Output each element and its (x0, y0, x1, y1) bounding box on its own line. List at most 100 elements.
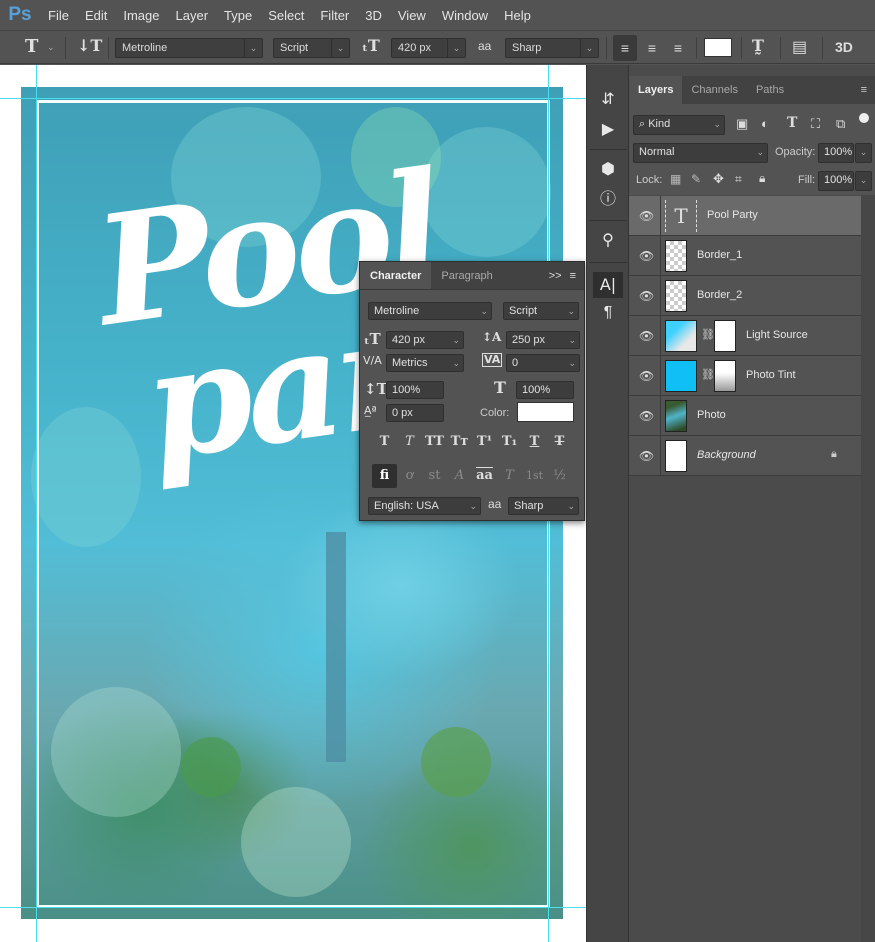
panel-menu-icon[interactable]: ≡ (566, 262, 584, 289)
opacity-field[interactable]: 100% (818, 143, 854, 163)
menu-type[interactable]: Type (216, 8, 260, 23)
char-vertical-scale-field[interactable]: 100% (386, 381, 444, 399)
tool-preset-chevron-icon[interactable]: ⌄ (47, 42, 55, 53)
guide-vertical[interactable] (36, 65, 37, 942)
layer-row-light-source[interactable]: 👁︎ ⛓ Light Source (629, 316, 861, 356)
align-left-button[interactable]: ≡ (613, 35, 637, 61)
language-select[interactable]: English: USA ⌄ (368, 497, 481, 515)
char-leading-field[interactable]: 250 px ⌄ (506, 331, 580, 349)
menu-window[interactable]: Window (434, 8, 496, 23)
filter-toggle-switch[interactable] (859, 113, 869, 123)
character-panel-toggle-icon[interactable]: ▤ (792, 37, 807, 57)
contextual-alternates-button[interactable]: ơ (397, 464, 422, 488)
menu-select[interactable]: Select (260, 8, 312, 23)
faux-bold-button[interactable]: T (372, 430, 397, 454)
titling-alternates-button[interactable]: T (497, 464, 522, 488)
type-tool-icon[interactable]: T (25, 36, 38, 57)
filter-adjustment-icon[interactable]: ◐ (761, 116, 769, 131)
discretionary-ligatures-button[interactable]: st (422, 464, 447, 488)
tab-layers[interactable]: Layers (629, 76, 683, 104)
warp-text-icon[interactable]: T̰ (752, 36, 764, 55)
tab-paths[interactable]: Paths (747, 76, 793, 104)
visibility-eye-icon[interactable]: 👁︎ (639, 449, 654, 463)
panel-expand-icon[interactable]: >> (545, 262, 566, 289)
fill-field[interactable]: 100% (818, 171, 854, 191)
standard-ligatures-button[interactable]: fi (372, 464, 397, 488)
tab-channels[interactable]: Channels (682, 76, 746, 104)
menu-3d[interactable]: 3D (357, 8, 390, 23)
link-chain-icon[interactable]: ⛓ (701, 368, 715, 381)
char-horizontal-scale-field[interactable]: 100% (516, 381, 574, 399)
strikethrough-button[interactable]: T (547, 430, 572, 454)
subscript-button[interactable]: T₁ (497, 430, 522, 454)
lock-all-icon[interactable]: 🔒︎ (759, 171, 765, 186)
superscript-button[interactable]: T¹ (472, 430, 497, 454)
layer-row-background[interactable]: 👁︎ Background 🔒︎ (629, 436, 861, 476)
visibility-eye-icon[interactable]: 👁︎ (639, 249, 654, 263)
layers-panel-menu-icon[interactable]: ≡ (852, 76, 875, 104)
layer-row-photo[interactable]: 👁︎ Photo (629, 396, 861, 436)
toggle-orientation-icon[interactable]: ↓T (77, 36, 102, 55)
antialias-select[interactable]: Sharp ⌄ (505, 38, 599, 58)
opacity-dropdown[interactable]: ⌄ (855, 143, 872, 163)
info-icon[interactable]: ⓘ (593, 187, 623, 213)
guide-horizontal[interactable] (0, 907, 586, 908)
filter-shape-icon[interactable]: ⛶ (811, 116, 820, 132)
ordinals-button[interactable]: 1st (522, 464, 547, 488)
menu-layer[interactable]: Layer (168, 8, 217, 23)
layers-scrollbar[interactable] (861, 195, 875, 942)
history-icon[interactable]: ⇵ (593, 87, 623, 113)
stylistic-alternates-button[interactable]: aa (472, 464, 497, 488)
3d-panel-icon[interactable]: ⬢ (593, 157, 623, 183)
visibility-eye-icon[interactable]: 👁︎ (639, 369, 654, 383)
lock-image-pixels-icon[interactable]: ✎ (691, 172, 701, 186)
visibility-eye-icon[interactable]: 👁︎ (639, 289, 654, 303)
layer-filter-kind-select[interactable]: ⌕ Kind ⌄ (633, 115, 725, 135)
char-kerning-select[interactable]: Metrics ⌄ (386, 354, 464, 372)
char-color-swatch[interactable] (517, 402, 574, 422)
guide-horizontal[interactable] (0, 98, 586, 99)
filter-smart-object-icon[interactable]: ⧉ (836, 116, 845, 132)
align-center-button[interactable]: ≡ (640, 35, 664, 61)
char-antialias-select[interactable]: Sharp ⌄ (508, 497, 579, 515)
menu-help[interactable]: Help (496, 8, 539, 23)
menu-view[interactable]: View (390, 8, 434, 23)
layer-mask-thumbnail[interactable] (714, 360, 736, 392)
lock-transparent-pixels-icon[interactable]: ▦ (670, 172, 681, 186)
menu-filter[interactable]: Filter (312, 8, 357, 23)
menu-edit[interactable]: Edit (77, 8, 115, 23)
actions-play-icon[interactable]: ▶ (593, 117, 623, 143)
tab-paragraph[interactable]: Paragraph (431, 262, 502, 289)
paragraph-panel-icon[interactable]: ¶ (593, 300, 623, 326)
layer-row-border-1[interactable]: 👁︎ Border_1 (629, 236, 861, 276)
char-tracking-select[interactable]: 0 ⌄ (506, 354, 580, 372)
swash-button[interactable]: A (447, 464, 472, 488)
text-color-swatch[interactable] (704, 38, 732, 57)
layer-row-photo-tint[interactable]: 👁︎ ⛓ Photo Tint (629, 356, 861, 396)
visibility-eye-icon[interactable]: 👁︎ (639, 209, 654, 223)
tab-character[interactable]: Character (360, 262, 432, 289)
font-style-select[interactable]: Script ⌄ (273, 38, 350, 58)
visibility-eye-icon[interactable]: 👁︎ (639, 409, 654, 423)
char-baseline-shift-field[interactable]: 0 px (386, 404, 444, 422)
blend-mode-select[interactable]: Normal ⌄ (633, 143, 768, 163)
font-family-select[interactable]: Metroline ⌄ (115, 38, 263, 58)
char-font-family-select[interactable]: Metroline ⌄ (368, 302, 492, 320)
lock-artboard-icon[interactable]: ⌗ (735, 172, 742, 187)
char-font-size-field[interactable]: 420 px ⌄ (386, 331, 464, 349)
visibility-eye-icon[interactable]: 👁︎ (639, 329, 654, 343)
layer-row-border-2[interactable]: 👁︎ Border_2 (629, 276, 861, 316)
character-panel-icon[interactable]: A| (593, 272, 623, 298)
layer-row-pool-party[interactable]: 👁︎ T Pool Party (629, 196, 861, 236)
lock-position-icon[interactable]: ✥ (713, 171, 724, 187)
align-right-button[interactable]: ≡ (666, 35, 690, 61)
menu-image[interactable]: Image (115, 8, 167, 23)
filter-pixel-icon[interactable]: ▣ (736, 116, 748, 132)
all-caps-button[interactable]: TT (422, 430, 447, 454)
clone-source-icon[interactable]: ⚲ (593, 228, 623, 254)
fractions-button[interactable]: ½ (547, 464, 572, 488)
faux-italic-button[interactable]: T (397, 430, 422, 454)
3d-button[interactable]: 3D (835, 39, 853, 55)
layer-mask-thumbnail[interactable] (714, 320, 736, 352)
fill-dropdown[interactable]: ⌄ (855, 171, 872, 191)
